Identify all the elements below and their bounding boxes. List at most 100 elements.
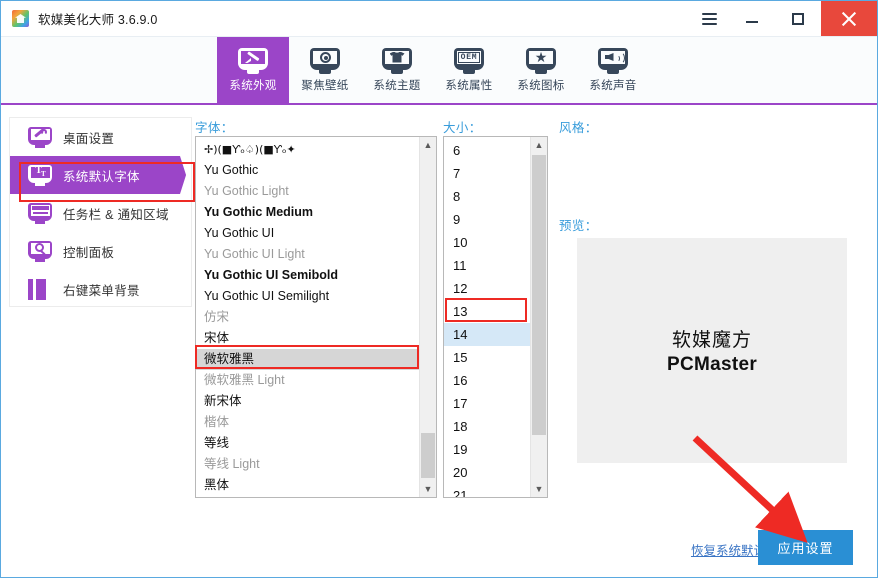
size-section-label: 大小： <box>443 121 482 135</box>
scrollbar-thumb[interactable] <box>421 433 435 478</box>
list-item[interactable]: 10 <box>444 231 530 254</box>
tab-focus-wallpaper[interactable]: 聚焦壁纸 <box>289 37 361 103</box>
list-item[interactable]: Yu Gothic UI Semilight <box>196 286 419 307</box>
window-title: 软媒美化大师 3.6.9.0 <box>38 13 158 27</box>
list-item[interactable]: 16 <box>444 369 530 392</box>
list-item[interactable]: 黑体 <box>196 475 419 496</box>
minimize-icon[interactable] <box>729 1 775 36</box>
font-listbox[interactable]: ✢)(■Ƴₒ♤)(■Ƴₒ✦ Yu Gothic Yu Gothic Light … <box>195 136 437 498</box>
list-item[interactable]: 19 <box>444 438 530 461</box>
list-item[interactable]: 8 <box>444 185 530 208</box>
size-listbox[interactable]: 6 7 8 9 10 11 12 13 14 15 16 17 18 19 20… <box>443 136 548 498</box>
active-notch <box>180 156 191 194</box>
list-item[interactable]: 宋体 <box>196 328 419 349</box>
sidebar-item-label: 系统默认字体 <box>63 169 140 184</box>
list-item[interactable]: 13 <box>444 300 530 323</box>
tab-label: 系统属性 <box>445 79 493 92</box>
style-section-label: 风格： <box>559 121 598 135</box>
wrench-monitor-icon <box>28 126 52 148</box>
list-item[interactable]: 仿宋 <box>196 307 419 328</box>
context-menu-icon <box>28 278 52 300</box>
tab-system-properties[interactable]: OEM 系统属性 <box>433 37 505 103</box>
list-item[interactable]: 6 <box>444 139 530 162</box>
list-item[interactable]: 18 <box>444 415 530 438</box>
list-item[interactable]: Yu Gothic UI Semibold <box>196 265 419 286</box>
oem-monitor-icon: OEM <box>454 47 484 74</box>
sidebar-item-label: 任务栏 & 通知区域 <box>63 207 169 222</box>
footer-bar: 恢复系统默认 应用设置 <box>1 516 877 577</box>
font-preview-panel: 软媒魔方 PCMaster <box>577 238 847 463</box>
sidebar-item-label: 控制面板 <box>63 245 115 260</box>
list-item[interactable]: 等线 <box>196 433 419 454</box>
tab-system-sound[interactable]: 系统声音 <box>577 37 649 103</box>
star-monitor-icon: ★ <box>526 47 556 74</box>
preview-text-cn: 软媒魔方 <box>671 330 752 351</box>
apply-settings-button[interactable]: 应用设置 <box>758 530 853 565</box>
hamburger-menu-icon[interactable] <box>689 1 729 36</box>
list-item[interactable]: Yu Gothic UI <box>196 223 419 244</box>
brush-monitor-icon <box>238 47 268 74</box>
tab-label: 系统图标 <box>517 79 565 92</box>
list-item[interactable]: 9 <box>444 208 530 231</box>
title-bar: 软媒美化大师 3.6.9.0 <box>1 1 877 37</box>
sidebar-item-taskbar-notification[interactable]: 任务栏 & 通知区域 <box>10 194 191 232</box>
list-item[interactable]: Yu Gothic UI Light <box>196 244 419 265</box>
sidebar-item-system-default-font[interactable]: TT 系统默认字体 <box>10 156 191 194</box>
chevron-up-icon[interactable]: ▲ <box>420 137 436 153</box>
chevron-up-icon[interactable]: ▲ <box>531 137 547 153</box>
font-section-label: 字体： <box>195 121 234 135</box>
tab-system-appearance[interactable]: 系统外观 <box>217 37 289 103</box>
sidebar-item-label: 右键菜单背景 <box>63 283 140 298</box>
font-list: ✢)(■Ƴₒ♤)(■Ƴₒ✦ Yu Gothic Yu Gothic Light … <box>196 137 419 497</box>
magnifier-monitor-icon <box>28 240 52 262</box>
close-icon[interactable] <box>821 1 877 36</box>
sidebar-item-label: 桌面设置 <box>63 131 115 146</box>
sidebar-item-desktop-settings[interactable]: 桌面设置 <box>10 118 191 156</box>
chevron-down-icon[interactable]: ▼ <box>531 481 547 497</box>
scrollbar-thumb[interactable] <box>532 155 546 435</box>
list-item-selected[interactable]: 14 <box>444 323 530 346</box>
list-item[interactable]: 11 <box>444 254 530 277</box>
app-logo-icon <box>12 10 29 27</box>
content-area: 桌面设置 TT 系统默认字体 任务栏 & 通知区域 控制面板 右键菜单背景 字体… <box>1 105 877 577</box>
maximize-icon[interactable] <box>775 1 821 36</box>
list-item[interactable]: 17 <box>444 392 530 415</box>
list-item[interactable]: 21 <box>444 484 530 497</box>
app-window: 软媒美化大师 3.6.9.0 系统外观 聚焦壁纸 系统主题 OEM 系统属性 ★… <box>0 0 878 578</box>
shirt-monitor-icon <box>382 47 412 74</box>
list-item[interactable]: Yu Gothic Light <box>196 181 419 202</box>
list-item[interactable]: Yu Gothic Medium <box>196 202 419 223</box>
font-list-scrollbar[interactable]: ▲ ▼ <box>419 137 436 497</box>
list-item[interactable]: 楷体 <box>196 412 419 433</box>
list-item[interactable]: 等线 Light <box>196 454 419 475</box>
sidebar: 桌面设置 TT 系统默认字体 任务栏 & 通知区域 控制面板 右键菜单背景 <box>9 117 192 307</box>
list-item[interactable]: 12 <box>444 277 530 300</box>
preview-text-en: PCMaster <box>666 354 758 375</box>
list-item[interactable]: ✢)(■Ƴₒ♤)(■Ƴₒ✦ <box>196 139 419 160</box>
taskbar-icon <box>28 202 52 224</box>
restore-defaults-link[interactable]: 恢复系统默认 <box>691 540 766 559</box>
focus-wallpaper-icon <box>310 47 340 74</box>
preview-section-label: 预览： <box>559 219 598 233</box>
tab-system-icons[interactable]: ★ 系统图标 <box>505 37 577 103</box>
list-item[interactable]: Yu Gothic <box>196 160 419 181</box>
size-list-scrollbar[interactable]: ▲ ▼ <box>530 137 547 497</box>
chevron-down-icon[interactable]: ▼ <box>420 481 436 497</box>
list-item[interactable]: 20 <box>444 461 530 484</box>
tab-label: 聚焦壁纸 <box>301 79 349 92</box>
speaker-monitor-icon <box>598 47 628 74</box>
sidebar-item-control-panel[interactable]: 控制面板 <box>10 232 191 270</box>
tab-label: 系统主题 <box>373 79 421 92</box>
tab-system-theme[interactable]: 系统主题 <box>361 37 433 103</box>
list-item[interactable]: 微软雅黑 Light <box>196 370 419 391</box>
list-item-selected[interactable]: 微软雅黑 <box>196 349 419 370</box>
list-item[interactable]: 15 <box>444 346 530 369</box>
tt-font-monitor-icon: TT <box>28 164 52 186</box>
tab-label: 系统声音 <box>589 79 637 92</box>
list-item[interactable]: 7 <box>444 162 530 185</box>
tab-label: 系统外观 <box>229 79 277 92</box>
main-tab-bar: 系统外观 聚焦壁纸 系统主题 OEM 系统属性 ★ 系统图标 系统声音 <box>1 37 877 105</box>
list-item[interactable]: 新宋体 <box>196 391 419 412</box>
window-controls <box>689 1 877 36</box>
sidebar-item-context-menu-background[interactable]: 右键菜单背景 <box>10 270 191 308</box>
